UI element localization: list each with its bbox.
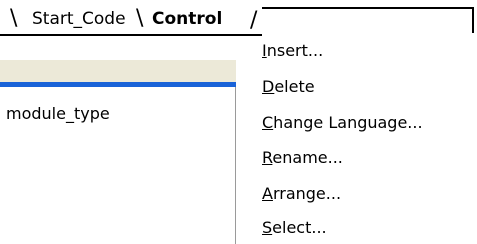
menu-item-select[interactable]: Select... <box>262 217 327 239</box>
menu-item-insert[interactable]: Insert... <box>262 40 323 62</box>
menu-item-label: elete <box>274 77 315 96</box>
menu-item-delete[interactable]: Delete <box>262 76 315 98</box>
context-menu: Insert... Delete Change Language... Rena… <box>236 36 477 244</box>
tab-control[interactable]: Control <box>152 4 222 34</box>
menu-item-accelerator: A <box>262 184 273 203</box>
tab-left-edge: \ <box>10 6 18 31</box>
menu-item-label: nsert... <box>266 41 324 60</box>
menu-item-accelerator: D <box>262 77 275 96</box>
menu-item-arrange[interactable]: Arrange... <box>262 183 341 205</box>
menu-item-label: ename... <box>272 148 343 167</box>
tab-underline <box>0 34 262 36</box>
pane-header <box>0 60 236 82</box>
menu-item-accelerator: C <box>262 113 274 132</box>
tab-separator: \ <box>136 6 144 31</box>
menu-item-accelerator: S <box>262 218 273 237</box>
menu-item-accelerator: R <box>262 148 273 167</box>
menu-item-rename[interactable]: Rename... <box>262 147 343 169</box>
tab-start-code[interactable]: Start_Code <box>32 4 126 34</box>
menu-item-change-language[interactable]: Change Language... <box>262 112 423 134</box>
tab-strip-empty-area <box>262 7 474 33</box>
menu-item-label: hange Language... <box>273 113 423 132</box>
tab-strip: \ Start_Code \ Control / <box>0 0 477 36</box>
editor-window: \ Start_Code \ Control / module_type Ins… <box>0 0 477 244</box>
menu-item-label: elect... <box>272 218 327 237</box>
menu-item-label: rrange... <box>272 184 342 203</box>
module-type-label[interactable]: module_type <box>6 104 110 123</box>
tab-right-edge: / <box>250 8 258 33</box>
